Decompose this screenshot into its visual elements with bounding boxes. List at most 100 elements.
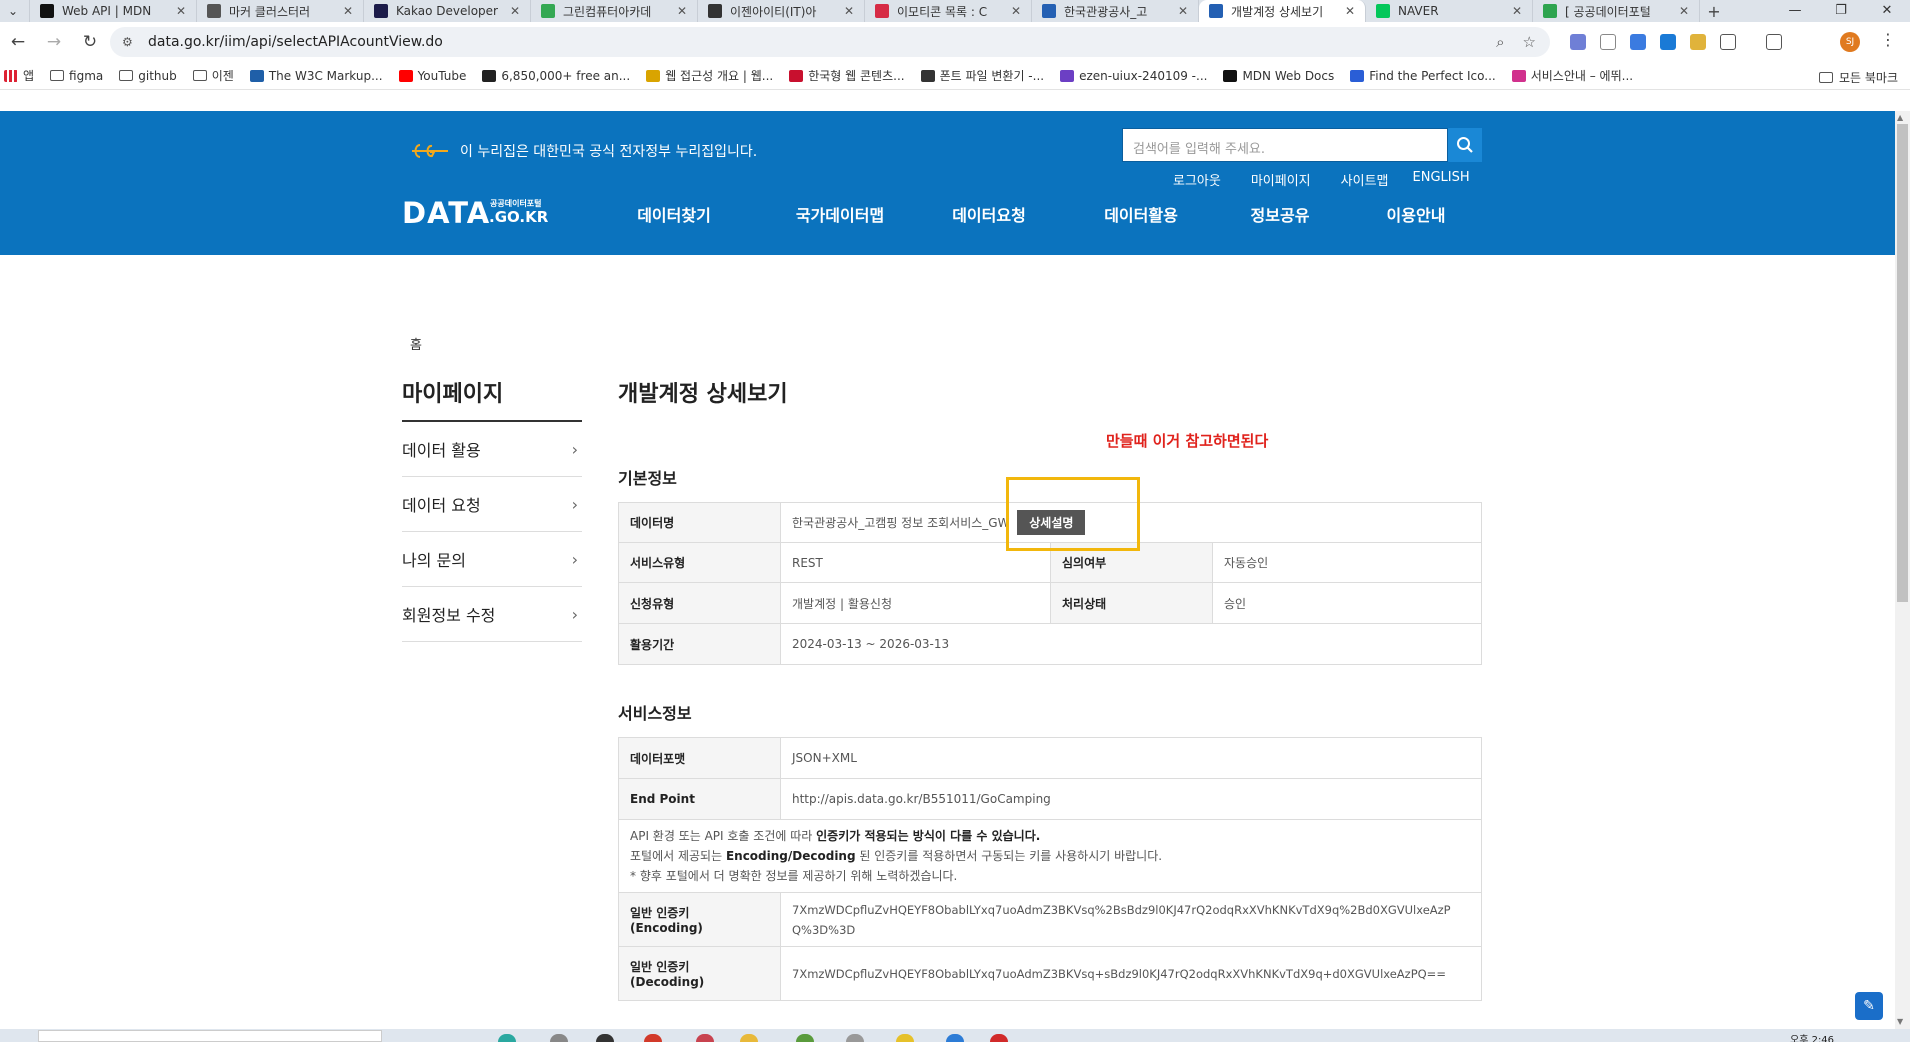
lnb-item-data-use[interactable]: 데이터 활용 › <box>402 422 582 477</box>
site-favicon-icon <box>1060 69 1075 82</box>
reload-icon[interactable]: ↻ <box>72 32 108 52</box>
new-tab-button[interactable]: + <box>1700 2 1728 21</box>
tab-close-icon[interactable]: ✕ <box>1512 4 1522 18</box>
taskbar-app-icon[interactable] <box>696 1034 714 1042</box>
lnb-item-data-request[interactable]: 데이터 요청 › <box>402 477 582 532</box>
browser-tab[interactable]: 이모티콘 목록 : C ✕ <box>865 0 1032 22</box>
site-search-input[interactable]: 검색어를 입력해 주세요. <box>1122 128 1448 162</box>
endpoint-label: End Point <box>618 778 781 820</box>
taskbar-app-icon[interactable] <box>550 1034 568 1042</box>
bookmark-item[interactable]: ezen-uiux-240109 -... <box>1060 69 1207 83</box>
window-controls: — ❐ ✕ <box>1772 0 1910 22</box>
folder-icon <box>119 70 134 81</box>
browser-tab[interactable]: 그린컴퓨터아카데 ✕ <box>531 0 698 22</box>
tab-close-icon[interactable]: ✕ <box>1679 4 1689 18</box>
bookmark-item[interactable]: 앱 <box>4 67 34 84</box>
bookmark-item[interactable]: 서비스안내 – 에뛰... <box>1511 67 1633 84</box>
gnb-data-search[interactable]: 데이터찾기 <box>636 202 712 226</box>
extension-icon[interactable] <box>1690 34 1706 50</box>
browser-tab[interactable]: 이젠아이티(IT)아 ✕ <box>698 0 865 22</box>
taskbar-search[interactable] <box>38 1030 382 1042</box>
table-row: 데이터포맷 JSON+XML <box>618 737 1482 779</box>
tab-close-icon[interactable]: ✕ <box>510 4 520 18</box>
restore-icon[interactable]: ❐ <box>1818 0 1864 22</box>
taskbar-app-icon[interactable] <box>990 1034 1008 1042</box>
taskbar-app-icon[interactable] <box>740 1034 758 1042</box>
bookmark-item[interactable]: YouTube <box>398 69 466 83</box>
extension-icon[interactable] <box>1570 34 1586 50</box>
tab-title: 개발계정 상세보기 <box>1231 4 1324 19</box>
browser-tab[interactable]: 마커 클러스터러 ✕ <box>197 0 364 22</box>
address-bar[interactable]: ⚙ data.go.kr/iim/api/selectAPIAcountView… <box>110 27 1550 57</box>
sitemap-link[interactable]: 사이트맵 <box>1341 170 1389 189</box>
url-text[interactable]: data.go.kr/iim/api/selectAPIAcountView.d… <box>148 34 1496 50</box>
bookmark-item[interactable]: 폰트 파일 변환기 -... <box>920 67 1044 84</box>
bookmark-item[interactable]: 웹 접근성 개요 | 웹... <box>646 67 773 84</box>
browser-tab[interactable]: Kakao Developer ✕ <box>364 0 531 22</box>
extension-icon[interactable] <box>1660 34 1676 50</box>
zoom-icon[interactable]: ⌕ <box>1496 33 1504 51</box>
gnb-data-use[interactable]: 데이터활용 <box>1102 202 1180 226</box>
lnb-item-my-inquiry[interactable]: 나의 문의 › <box>402 532 582 587</box>
logout-link[interactable]: 로그아웃 <box>1173 170 1221 189</box>
taskbar-clock[interactable]: 오후 2:46 <box>1790 1031 1834 1042</box>
pen-icon[interactable]: ✎ <box>1855 992 1883 1020</box>
browser-tab[interactable]: 한국관광공사_고 ✕ <box>1032 0 1199 22</box>
back-icon[interactable]: ← <box>0 32 36 52</box>
gnb-data-request[interactable]: 데이터요청 <box>950 202 1028 226</box>
bookmark-item[interactable]: MDN Web Docs <box>1223 69 1334 83</box>
taskbar-app-icon[interactable] <box>796 1034 814 1042</box>
taskbar-app-icon[interactable] <box>846 1034 864 1042</box>
forward-icon[interactable]: → <box>36 32 72 52</box>
profile-avatar[interactable]: SJ <box>1840 32 1860 52</box>
bookmark-item[interactable]: github <box>119 69 177 83</box>
scroll-down-icon[interactable]: ▼ <box>1897 1017 1903 1026</box>
scrollbar-thumb[interactable] <box>1897 124 1908 602</box>
breadcrumb[interactable]: 홈 <box>410 334 422 353</box>
site-search-button[interactable] <box>1448 128 1482 162</box>
taskbar-app-icon[interactable] <box>644 1034 662 1042</box>
taskbar-app-icon[interactable] <box>498 1034 516 1042</box>
bookmark-item[interactable]: Find the Perfect Ico... <box>1350 69 1496 83</box>
bookmark-item[interactable]: The W3C Markup... <box>249 69 383 83</box>
mypage-link[interactable]: 마이페이지 <box>1251 170 1311 189</box>
extension-icon[interactable] <box>1600 34 1616 50</box>
taskbar-app-icon[interactable] <box>946 1034 964 1042</box>
gnb-guide[interactable]: 이용안내 <box>1384 202 1448 226</box>
lnb-item-edit-profile[interactable]: 회원정보 수정 › <box>402 587 582 642</box>
gnb-info-share[interactable]: 정보공유 <box>1248 202 1312 226</box>
tab-close-icon[interactable]: ✕ <box>1178 4 1188 18</box>
site-info-icon[interactable]: ⚙ <box>122 35 138 49</box>
english-link[interactable]: ENGLISH <box>1413 170 1470 189</box>
puzzle-icon[interactable] <box>1720 34 1736 50</box>
tab-close-icon[interactable]: ✕ <box>1011 4 1021 18</box>
bookmark-item[interactable]: 6,850,000+ free an... <box>482 69 630 83</box>
tab-close-icon[interactable]: ✕ <box>1345 4 1355 18</box>
browser-tab[interactable]: [ 공공데이터포털 ✕ <box>1533 0 1700 22</box>
browser-tab[interactable]: 개발계정 상세보기 ✕ <box>1199 0 1366 22</box>
tab-close-icon[interactable]: ✕ <box>677 4 687 18</box>
tab-search-button[interactable]: ⌄ <box>0 0 30 22</box>
menu-icon[interactable]: ⋮ <box>1880 30 1896 49</box>
extension-icon[interactable] <box>1630 34 1646 50</box>
browser-tab[interactable]: Web API | MDN ✕ <box>30 0 197 22</box>
close-window-icon[interactable]: ✕ <box>1864 0 1910 22</box>
minimize-icon[interactable]: — <box>1772 0 1818 22</box>
tab-close-icon[interactable]: ✕ <box>176 4 186 18</box>
taskbar-app-icon[interactable] <box>596 1034 614 1042</box>
taskbar-app-icon[interactable] <box>896 1034 914 1042</box>
scroll-up-icon[interactable]: ▲ <box>1897 113 1903 122</box>
gnb-national-data-map[interactable]: 국가데이터맵 <box>790 202 890 226</box>
side-panel-icon[interactable] <box>1766 34 1782 50</box>
bookmark-item[interactable]: 한국형 웹 콘텐츠... <box>789 67 905 84</box>
site-logo[interactable]: DATA <box>402 196 490 230</box>
bookmark-item[interactable]: figma <box>50 69 103 83</box>
bookmark-item[interactable]: 이젠 <box>192 67 234 84</box>
decoding-key-value[interactable]: 7XmzWDCpfluZvHQEYF8ObablLYxq7uoAdmZ3BKVs… <box>780 946 1482 1001</box>
all-bookmarks[interactable]: 모든 북마크 <box>1818 69 1898 86</box>
encoding-key-value[interactable]: 7XmzWDCpfluZvHQEYF8ObablLYxq7uoAdmZ3BKVs… <box>780 892 1482 947</box>
bookmark-star-icon[interactable]: ☆ <box>1523 33 1536 51</box>
tab-close-icon[interactable]: ✕ <box>343 4 353 18</box>
tab-close-icon[interactable]: ✕ <box>844 4 854 18</box>
browser-tab[interactable]: NAVER ✕ <box>1366 0 1533 22</box>
